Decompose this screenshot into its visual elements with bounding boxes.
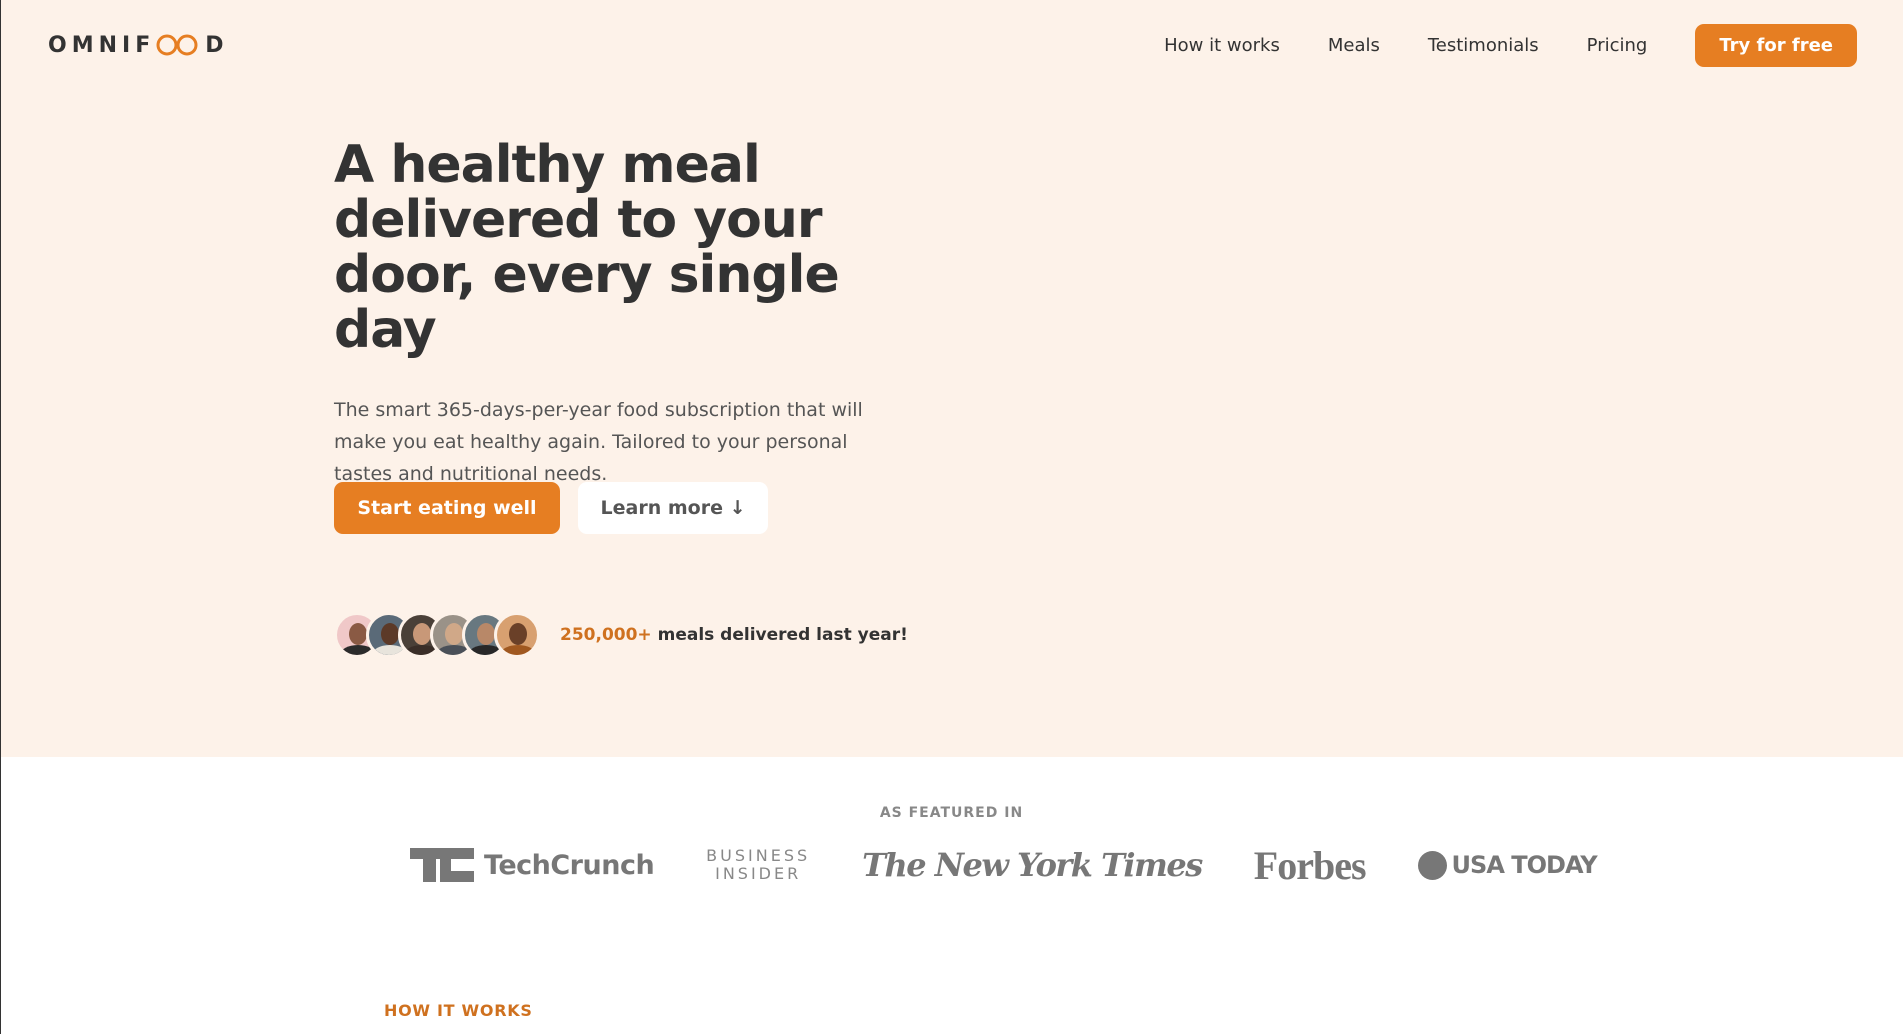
start-eating-well-button[interactable]: Start eating well [334,482,560,534]
business-insider-line2: INSIDER [715,864,802,883]
hero-description: The smart 365-days-per-year food subscri… [334,399,863,485]
window-edge [0,0,1,1034]
learn-more-button[interactable]: Learn more ↓ [578,482,768,534]
delivered-text: 250,000+ meals delivered last year! [560,625,908,645]
delivered-meals: 250,000+ meals delivered last year! [334,612,908,658]
main-nav: How it works Meals Testimonials Pricing … [1164,24,1857,67]
press-logos: TechCrunch BUSINESS INSIDER The New York… [410,841,1598,889]
usa-today-text: USA TODAY [1451,851,1598,879]
nav-pricing[interactable]: Pricing [1587,35,1648,56]
business-insider-line1: BUSINESS [706,846,811,865]
new-york-times-logo: The New York Times [862,846,1203,884]
nav-testimonials[interactable]: Testimonials [1428,35,1539,56]
logo-suffix: D [205,32,229,58]
nav-how-it-works[interactable]: How it works [1164,35,1280,56]
omnifood-logo[interactable]: OMNIF D [48,32,229,58]
usa-today-logo: USA TODAY [1417,850,1598,880]
delivered-label: meals delivered last year! [651,625,908,645]
business-insider-logo: BUSINESS INSIDER [706,847,810,883]
how-it-works-label: HOW IT WORKS [384,1001,533,1020]
new-york-times-text: The New York Times [862,846,1203,884]
hero-buttons: Start eating well Learn more ↓ [334,482,768,534]
featured-in-section: AS FEATURED IN TechCrunch BUSINESS INSID… [0,757,1903,957]
customer-avatars [334,612,540,658]
techcrunch-icon [410,848,474,882]
forbes-logo: Forbes [1253,842,1367,889]
nav-meals[interactable]: Meals [1328,35,1380,56]
usa-today-dot-icon [1417,850,1447,880]
logo-prefix: OMNIF [48,32,156,58]
featured-heading: AS FEATURED IN [879,805,1024,821]
infinity-icon [156,34,198,56]
site-header: OMNIF D How it works Meals Testimonials … [0,0,1903,92]
techcrunch-logo: TechCrunch [410,848,655,882]
hero-text: A healthy meal delivered to your door, e… [334,138,924,490]
techcrunch-text: TechCrunch [484,849,655,881]
try-for-free-button[interactable]: Try for free [1695,24,1857,67]
forbes-text: Forbes [1253,842,1367,888]
hero-title: A healthy meal delivered to your door, e… [334,135,840,360]
hero-section: OMNIF D How it works Meals Testimonials … [0,0,1903,757]
delivered-count: 250,000+ [560,625,652,645]
customer-avatar [494,612,540,658]
